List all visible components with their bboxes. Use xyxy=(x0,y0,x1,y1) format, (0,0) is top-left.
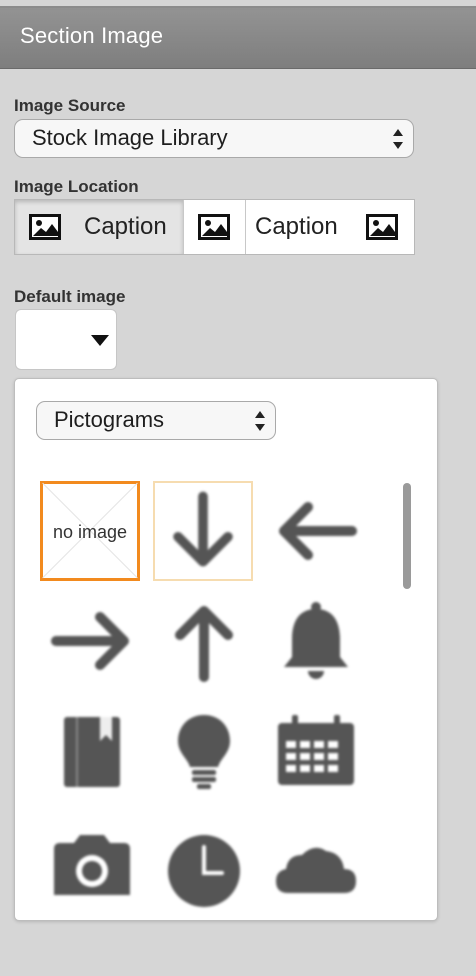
camera-icon xyxy=(54,835,130,895)
pictogram-tile[interactable] xyxy=(266,481,366,581)
scrollbar-thumb[interactable] xyxy=(403,483,411,589)
top-divider xyxy=(0,0,476,8)
lightbulb-icon xyxy=(178,715,230,789)
no-image-tile[interactable]: no image xyxy=(40,481,140,581)
pictogram-tile[interactable] xyxy=(266,591,366,691)
default-image-label: Default image xyxy=(14,287,126,306)
pictogram-tile[interactable] xyxy=(42,811,142,911)
arrow-right-icon xyxy=(51,612,129,670)
select-arrows-icon xyxy=(255,411,265,431)
pictogram-tile[interactable] xyxy=(154,811,254,911)
caret-down-icon xyxy=(91,335,109,346)
image-location-group: Caption Caption xyxy=(14,199,415,255)
arrow-up-icon xyxy=(175,606,233,682)
image-icon xyxy=(198,214,230,240)
category-select[interactable]: Pictograms xyxy=(36,401,276,440)
image-source-value: Stock Image Library xyxy=(32,125,228,150)
image-icon xyxy=(29,214,61,240)
pictogram-tile[interactable] xyxy=(42,591,142,691)
pictogram-tile[interactable] xyxy=(154,591,254,691)
section-title: Section Image xyxy=(20,23,164,48)
image-icon xyxy=(366,214,398,240)
image-source-select[interactable]: Stock Image Library xyxy=(14,119,414,158)
no-image-text: no image xyxy=(52,522,128,542)
pictogram-tile[interactable] xyxy=(42,701,142,801)
cloud-icon xyxy=(276,847,356,893)
location-caption: Caption xyxy=(255,213,338,240)
pictogram-tile[interactable] xyxy=(153,481,253,581)
image-picker-panel: Pictograms no image xyxy=(14,378,438,921)
pictogram-tile[interactable] xyxy=(266,701,366,801)
image-location-label: Image Location xyxy=(14,177,139,196)
arrow-down-icon xyxy=(173,491,233,567)
select-arrows-icon xyxy=(393,129,403,149)
pictogram-tile[interactable] xyxy=(154,701,254,801)
clock-icon xyxy=(168,835,240,907)
location-caption: Caption xyxy=(84,213,167,240)
bell-icon xyxy=(284,602,348,679)
arrow-left-icon xyxy=(279,502,357,560)
image-source-label: Image Source xyxy=(14,96,126,115)
category-value: Pictograms xyxy=(54,407,165,432)
section-header[interactable]: Section Image xyxy=(0,8,476,69)
book-icon xyxy=(64,717,120,787)
calendar-icon xyxy=(278,715,354,785)
location-option-image-right[interactable]: Caption xyxy=(246,200,414,254)
default-image-dropdown[interactable] xyxy=(15,309,117,370)
pictogram-tile[interactable] xyxy=(266,811,366,911)
location-option-image-left[interactable]: Caption xyxy=(15,200,183,254)
location-option-image-only[interactable] xyxy=(184,200,245,254)
